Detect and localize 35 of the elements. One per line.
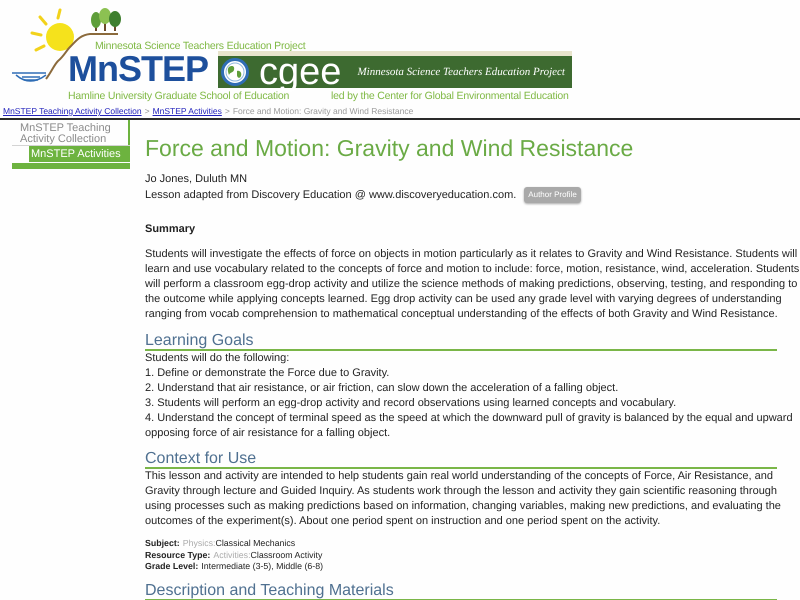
school-name: Hamline University Graduate School of Education <box>68 89 290 103</box>
author-profile-button[interactable]: Author Profile <box>524 187 581 203</box>
mnstep-logo-text: MnSTEP <box>68 51 208 87</box>
summary-heading: Summary <box>145 222 196 237</box>
section-heading: Context for Use <box>145 450 777 469</box>
header-tagline: Minnesota Science Teachers Education Project <box>95 40 306 52</box>
goal-item: 3. Students will perform an egg-drop activity and record observations using learned concepts and vocabulary. <box>145 396 678 411</box>
breadcrumb-current: Force and Motion: Gravity and Wind Resistance <box>232 105 414 117</box>
breadcrumb-link[interactable]: MnSTEP Activities <box>152 105 222 117</box>
author-name: Jo Jones, Duluth MN <box>145 172 248 187</box>
meta-value: Classroom Activity <box>250 550 322 561</box>
meta-label: Grade Level: <box>145 561 198 572</box>
category-link[interactable]: Physics: <box>182 538 216 550</box>
banner-tagline: Minnesota Science Teachers Education Project <box>357 64 565 78</box>
goal-item: 2. Understand that air resistance, or air friction, can slow down the acceleration of a falling object. <box>145 381 620 396</box>
page-title: Force and Motion: Gravity and Wind Resistance <box>145 134 634 162</box>
partner-credit: led by the Center for Global Environmental Education <box>331 89 569 103</box>
sidebar-link[interactable]: MnSTEP Activities <box>29 146 130 162</box>
section-paragraph: This lesson and activity are intended to help students gain real world understanding of the concepts of Force, Air Resistance, and Gravity through lecture and Guided Inquiry. As students work through the lesson and activity they gain scientific reasoning through using processes such as making predictions based on information, changing variables, making new predictions, and evaluating the outcomes of the experiment(s). About one period spent on instruction and one period spent on the activity. <box>145 469 782 529</box>
meta-label: Resource Type: <box>145 550 210 561</box>
summary-paragraph: Students will investigate the effects of force on objects in motion particularly as it relates to Gravity and Wind Resistance. Students will learn and use vocabulary related to the concepts of force and motion to include: force, motion, resistance, wind, acceleration. Students will perform a classroom egg-drop activity and utilize the science methods of making predictions, observing, testing, and responding to the outcome while applying concepts learned. Egg drop activity can be used any grade level with varying degrees of understanding ranging from vocab comprehension to mathematical conceptual understanding of the effects of both Gravity and Wind Resistance. <box>145 247 800 322</box>
breadcrumb-separator: > <box>144 105 150 117</box>
section-heading: Learning Goals <box>145 332 777 351</box>
breadcrumb-separator: > <box>224 105 230 117</box>
meta-value: Classical Mechanics <box>215 538 296 550</box>
category-link[interactable]: Activities: <box>213 550 251 561</box>
globe-icon <box>221 58 249 86</box>
list-intro: Students will do the following: <box>145 351 290 366</box>
meta-label: Subject: <box>145 538 180 550</box>
section-heading: Description and Teaching Materials <box>145 582 777 600</box>
breadcrumb-link[interactable]: MnSTEP Teaching Activity Collection <box>3 105 142 117</box>
source-note: Lesson adapted from Discovery Education @ www.discoveryeducation.com. <box>145 188 516 202</box>
goal-item: 4. Understand the concept of terminal speed as the speed at which the downward pull of gravity is balanced by the equal and upward opposing force of air resistance for a falling object. <box>145 411 794 441</box>
goal-item: 1. Define or demonstrate the Force due to Gravity. <box>145 366 390 381</box>
meta-value: Intermediate (3-5), Middle (6-8) <box>201 561 324 572</box>
